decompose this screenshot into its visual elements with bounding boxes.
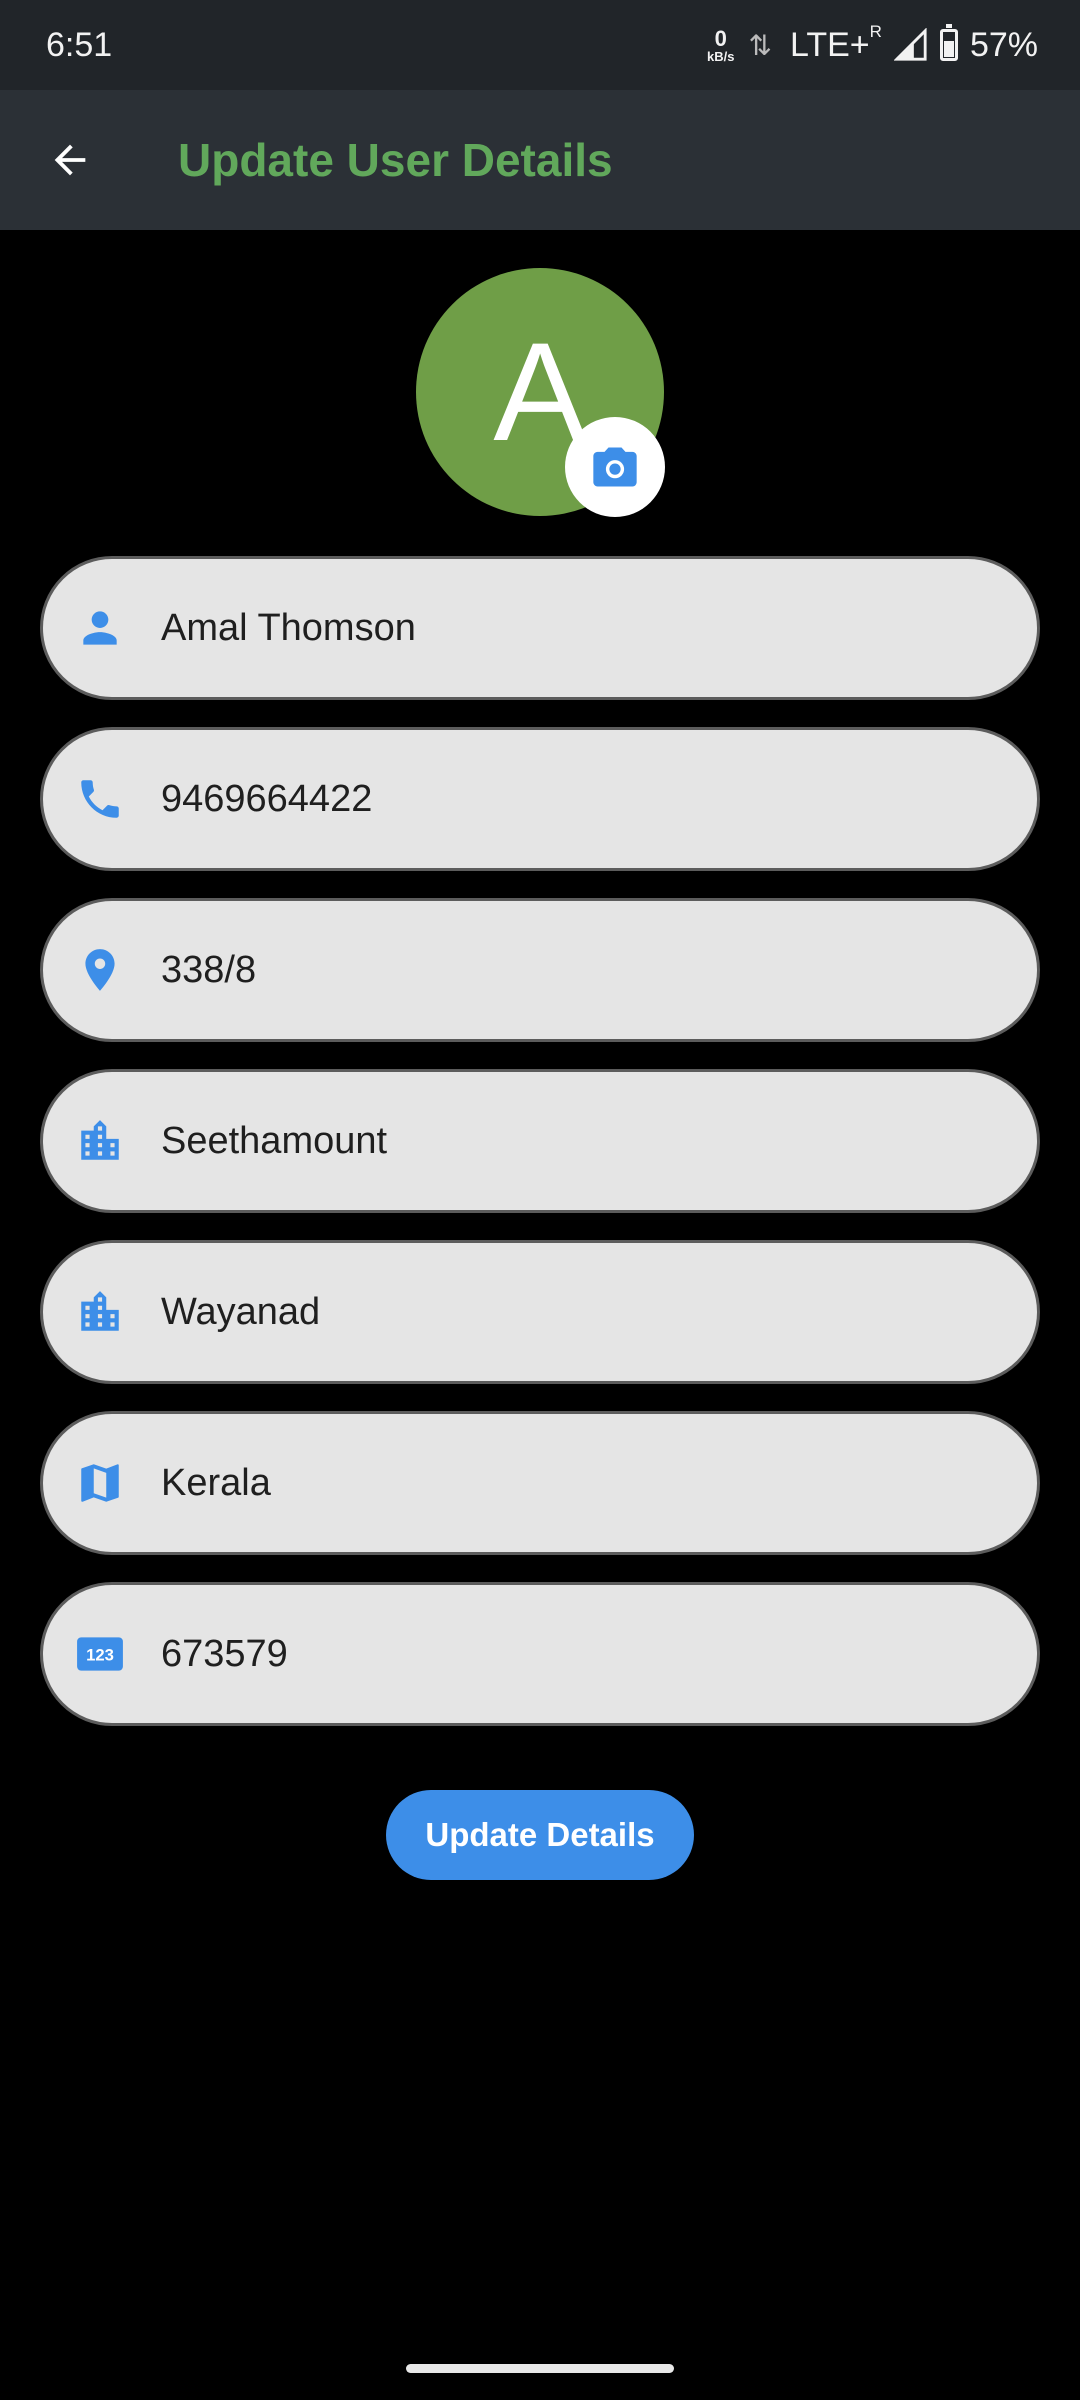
state-field[interactable]: Kerala xyxy=(40,1411,1040,1555)
network-type: LTE+R xyxy=(789,22,882,65)
district-field[interactable]: Wayanad xyxy=(40,1240,1040,1384)
building-icon xyxy=(75,1116,125,1166)
person-icon xyxy=(75,603,125,653)
back-arrow-icon xyxy=(54,144,86,176)
district-value: Wayanad xyxy=(161,1290,321,1333)
network-speed-unit: kB/s xyxy=(707,48,735,64)
update-details-button[interactable]: Update Details xyxy=(386,1790,694,1880)
user-details-form: Amal Thomson 9469664422 338/8 Seethamoun… xyxy=(40,556,1040,1753)
profile-avatar: A xyxy=(416,268,665,517)
battery-percent: 57% xyxy=(969,25,1038,64)
signal-icon xyxy=(893,28,927,61)
locality-value: Seethamount xyxy=(161,1119,388,1162)
change-photo-button[interactable] xyxy=(565,417,665,517)
locality-field[interactable]: Seethamount xyxy=(40,1069,1040,1213)
network-speed-value: 0 xyxy=(714,25,727,51)
building-icon xyxy=(75,1287,125,1337)
status-icons: 0 kB/s ⇅ LTE+R 57% xyxy=(707,22,1038,65)
address-field[interactable]: 338/8 xyxy=(40,898,1040,1042)
name-value: Amal Thomson xyxy=(161,606,416,649)
map-icon xyxy=(75,1458,125,1508)
status-bar: 6:51 0 kB/s ⇅ LTE+R 57% xyxy=(0,0,1080,90)
roaming-indicator: R xyxy=(869,22,882,42)
numbers-123-icon: 123 xyxy=(75,1629,125,1679)
pincode-field[interactable]: 123 673579 xyxy=(40,1582,1040,1726)
state-value: Kerala xyxy=(161,1461,271,1504)
battery-icon xyxy=(939,24,958,61)
phone-field[interactable]: 9469664422 xyxy=(40,727,1040,871)
camera-icon xyxy=(593,447,637,487)
data-transfer-icon: ⇅ xyxy=(748,29,772,61)
phone-value: 9469664422 xyxy=(161,777,373,820)
location-pin-icon xyxy=(75,945,125,995)
network-type-label: LTE+ xyxy=(789,25,870,64)
status-time: 6:51 xyxy=(46,25,113,64)
back-button[interactable] xyxy=(0,90,140,230)
page-title: Update User Details xyxy=(178,134,613,186)
network-speed: 0 kB/s xyxy=(707,25,735,64)
address-value: 338/8 xyxy=(161,948,257,991)
phone-icon xyxy=(75,774,125,824)
app-bar: Update User Details xyxy=(0,90,1080,230)
pincode-value: 673579 xyxy=(161,1632,288,1675)
name-field[interactable]: Amal Thomson xyxy=(40,556,1040,700)
home-indicator[interactable] xyxy=(406,2364,674,2373)
svg-text:123: 123 xyxy=(86,1646,114,1665)
